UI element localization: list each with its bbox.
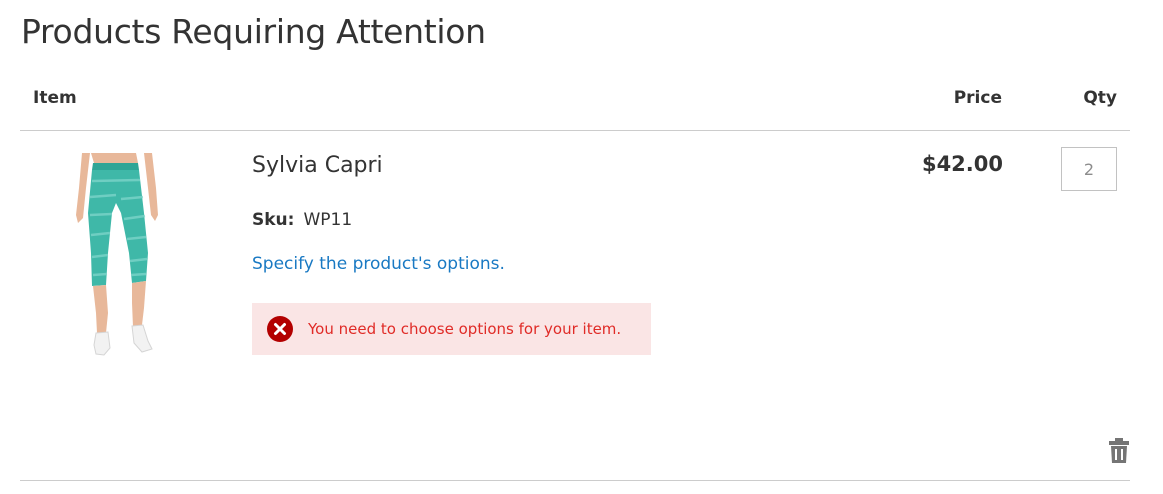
column-header-item: Item: [33, 88, 77, 108]
product-sku: Sku: WP11: [252, 210, 352, 230]
item-price: $42.00: [921, 152, 1003, 176]
specify-options-link[interactable]: Specify the product's options.: [252, 254, 505, 274]
table-header: Item Price Qty: [20, 86, 1130, 131]
column-header-price: Price: [953, 88, 1002, 108]
error-message-text: You need to choose options for your item…: [308, 320, 622, 338]
error-x-icon: [267, 316, 293, 342]
column-header-qty: Qty: [1083, 88, 1117, 108]
product-image[interactable]: [66, 153, 186, 359]
sku-value: WP11: [303, 210, 353, 230]
product-name[interactable]: Sylvia Capri: [252, 153, 383, 178]
row-divider: [20, 480, 1130, 481]
trash-icon[interactable]: [1108, 438, 1130, 463]
error-message: You need to choose options for your item…: [252, 303, 651, 355]
qty-input[interactable]: [1061, 147, 1117, 191]
sku-label: Sku:: [252, 210, 295, 230]
page-title: Products Requiring Attention: [21, 12, 486, 51]
